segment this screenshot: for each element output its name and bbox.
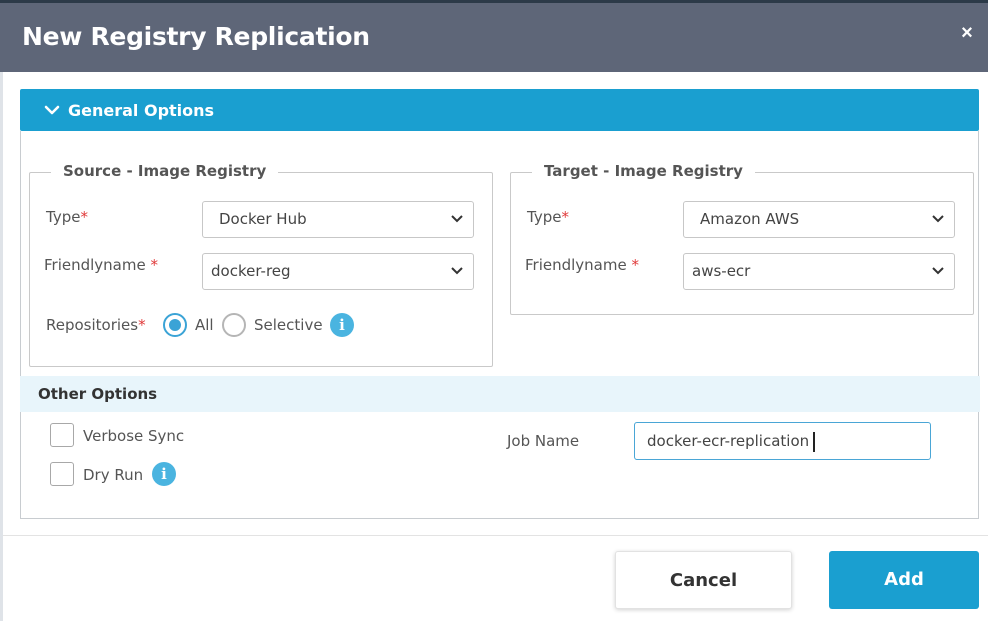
other-options-header: Other Options: [20, 376, 980, 412]
source-friendlyname-label: Friendlyname *: [44, 256, 158, 274]
verbose-sync-label[interactable]: Verbose Sync: [83, 427, 184, 445]
target-registry-group: Target - Image Registry Type* Amazon AWS…: [510, 162, 974, 315]
general-options-title: General Options: [68, 101, 215, 120]
job-name-value: docker-ecr-replication: [647, 432, 810, 450]
repositories-selective-radio[interactable]: [222, 313, 246, 337]
target-type-value: Amazon AWS: [700, 210, 800, 228]
source-registry-group: Source - Image Registry Type* Docker Hub…: [29, 162, 493, 367]
info-icon[interactable]: i: [152, 462, 176, 486]
chevron-down-icon: [932, 215, 944, 223]
repositories-all-label[interactable]: All: [195, 316, 214, 334]
target-type-select[interactable]: Amazon AWS: [683, 201, 955, 238]
source-friendlyname-select[interactable]: docker-reg: [202, 253, 474, 290]
dialog-header: New Registry Replication ×: [0, 0, 988, 72]
repositories-label: Repositories*: [46, 316, 146, 334]
cancel-button[interactable]: Cancel: [615, 551, 792, 609]
general-options-header[interactable]: General Options: [20, 89, 979, 131]
dry-run-label[interactable]: Dry Run: [83, 466, 143, 484]
verbose-sync-checkbox[interactable]: [50, 423, 74, 447]
target-registry-legend: Target - Image Registry: [532, 162, 755, 180]
dialog-title: New Registry Replication: [22, 22, 370, 51]
source-type-select[interactable]: Docker Hub: [202, 201, 474, 238]
source-friendlyname-value: docker-reg: [211, 262, 291, 280]
source-type-value: Docker Hub: [219, 210, 307, 228]
text-cursor: [813, 431, 815, 452]
job-name-label: Job Name: [507, 432, 580, 450]
source-type-label: Type*: [46, 208, 88, 226]
chevron-down-icon: [44, 105, 60, 115]
dry-run-checkbox[interactable]: [50, 462, 74, 486]
add-button[interactable]: Add: [829, 551, 979, 609]
target-friendlyname-value: aws-ecr: [692, 262, 751, 280]
target-friendlyname-label: Friendlyname *: [525, 256, 639, 274]
footer-divider: [3, 535, 988, 536]
target-type-label: Type*: [527, 208, 569, 226]
chevron-down-icon: [451, 267, 463, 275]
source-registry-legend: Source - Image Registry: [51, 162, 279, 180]
repositories-selective-label[interactable]: Selective: [254, 316, 323, 334]
chevron-down-icon: [932, 267, 944, 275]
repositories-all-radio[interactable]: [163, 313, 187, 337]
dialog-edge: [0, 72, 3, 621]
info-icon[interactable]: i: [330, 313, 354, 337]
target-friendlyname-select[interactable]: aws-ecr: [683, 253, 955, 290]
close-icon[interactable]: ×: [958, 22, 976, 44]
job-name-input[interactable]: docker-ecr-replication: [634, 422, 931, 460]
other-options-title: Other Options: [38, 385, 158, 403]
chevron-down-icon: [451, 215, 463, 223]
general-options-body: Source - Image Registry Type* Docker Hub…: [20, 131, 979, 519]
